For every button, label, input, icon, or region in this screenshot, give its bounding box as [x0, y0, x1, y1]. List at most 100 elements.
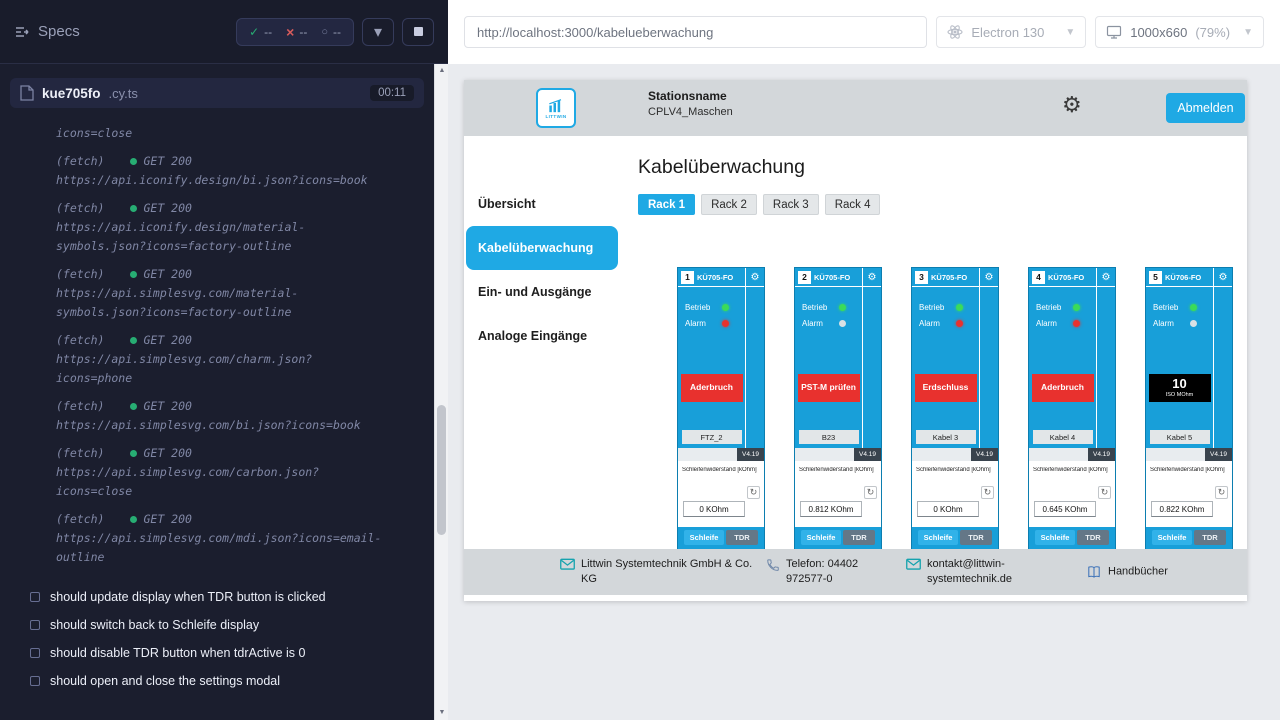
footer-phone[interactable]: Telefon: 04402 972577-0 — [766, 557, 901, 587]
logout-button[interactable]: Abmelden — [1166, 93, 1245, 123]
card-gear-icon[interactable]: ⚙ — [1214, 268, 1232, 287]
refresh-icon[interactable]: ↻ — [864, 486, 877, 499]
sidebar-item-ein-und-ausgaenge[interactable]: Ein- und Ausgänge — [464, 270, 620, 314]
logo-text: LITTWIN — [545, 114, 566, 119]
spec-timer: 00:11 — [370, 85, 414, 101]
spec-file-row[interactable]: kue705fo .cy.ts 00:11 — [10, 78, 424, 108]
url-input[interactable] — [464, 16, 927, 48]
footer-manuals[interactable]: Handbücher — [1086, 565, 1226, 580]
schleife-button[interactable]: Schleife — [801, 530, 841, 545]
test-row[interactable]: should disable TDR button when tdrActive… — [0, 639, 448, 667]
browser-select[interactable]: Electron 130 ▼ — [936, 16, 1086, 48]
browser-name: Electron 130 — [971, 25, 1044, 40]
card-gear-icon[interactable]: ⚙ — [863, 268, 881, 287]
sidebar-item-uebersicht[interactable]: Übersicht — [464, 182, 620, 226]
app-main: Kabelüberwachung Rack 1 Rack 2 Rack 3 Ra… — [620, 136, 1247, 601]
device-card-2: 2KÜ705-FO Betrieb Alarm PST-M prüfen B23… — [794, 267, 882, 567]
refresh-icon[interactable]: ↻ — [747, 486, 760, 499]
tab-rack-2[interactable]: Rack 2 — [701, 194, 757, 215]
reporter-scrollbar[interactable]: ▲ ▼ — [434, 64, 448, 720]
status-dot-icon — [130, 337, 137, 344]
schleife-button[interactable]: Schleife — [918, 530, 958, 545]
app-sidebar: Übersicht Kabelüberwachung Ein- und Ausg… — [464, 136, 620, 601]
test-row[interactable]: should update display when TDR button is… — [0, 583, 448, 611]
tab-rack-4[interactable]: Rack 4 — [825, 194, 881, 215]
schleife-button[interactable]: Schleife — [684, 530, 724, 545]
device-card-4: 4KÜ705-FO Betrieb Alarm Aderbruch Kabel … — [1028, 267, 1116, 567]
refresh-icon[interactable]: ↻ — [1215, 486, 1228, 499]
viewport-icon — [1106, 24, 1122, 40]
log-entry: (fetch)GET 200 https://api.simplesvg.com… — [56, 510, 418, 567]
measurement-label: Schleifenwiderstand [kOhm] — [799, 467, 877, 473]
stat-failed: ×-- — [286, 24, 307, 40]
test-box-icon — [30, 620, 40, 630]
log-entry: (fetch)GET 200 https://api.simplesvg.com… — [56, 265, 418, 322]
cable-name-field[interactable]: Kabel 4 — [1033, 430, 1093, 444]
measurement-label: Schleifenwiderstand [kOhm] — [1150, 467, 1228, 473]
electron-icon — [947, 24, 963, 40]
tdr-button[interactable]: TDR — [1077, 530, 1109, 545]
station-value: CPLV4_Maschen — [648, 106, 733, 118]
scroll-up-icon[interactable]: ▲ — [435, 64, 448, 78]
collapse-button[interactable]: ▾ — [362, 18, 394, 46]
aut-stage: Electron 130 ▼ 1000x660 (79%) ▼ LITTWIN … — [448, 0, 1280, 720]
scroll-down-icon[interactable]: ▼ — [435, 706, 448, 720]
station-label: Stationsname — [648, 89, 733, 103]
chevron-down-icon: ▼ — [1065, 27, 1075, 38]
test-box-icon — [30, 592, 40, 602]
sidebar-item-kabelueberwachung[interactable]: Kabelüberwachung — [466, 226, 618, 270]
card-gear-icon[interactable]: ⚙ — [980, 268, 998, 287]
card-model: KÜ706-FO — [1165, 273, 1201, 282]
status-dot-icon — [130, 158, 137, 165]
test-row[interactable]: should open and close the settings modal — [0, 667, 448, 695]
card-gear-icon[interactable]: ⚙ — [1097, 268, 1115, 287]
sidebar-item-analoge-eingaenge[interactable]: Analoge Eingänge — [464, 314, 620, 358]
refresh-icon[interactable]: ↻ — [981, 486, 994, 499]
status-display: 10 ISO MOhm — [1149, 374, 1211, 402]
status-display: Aderbruch — [1032, 374, 1094, 402]
refresh-icon[interactable]: ↻ — [1098, 486, 1111, 499]
network-log: icons=close (fetch)GET 200 https://api.i… — [0, 116, 448, 567]
card-number: 5 — [1149, 271, 1162, 284]
schleife-button[interactable]: Schleife — [1152, 530, 1192, 545]
email-icon — [560, 558, 575, 570]
tab-rack-3[interactable]: Rack 3 — [763, 194, 819, 215]
viewport-zoom: (79%) — [1195, 25, 1230, 40]
check-icon: ✓ — [249, 25, 259, 39]
viewport-select[interactable]: 1000x660 (79%) ▼ — [1095, 16, 1264, 48]
cable-name-field[interactable]: Kabel 3 — [916, 430, 976, 444]
stop-icon — [414, 27, 423, 36]
spec-name: kue705fo — [42, 86, 101, 101]
betrieb-led — [956, 304, 963, 311]
page-title: Kabelüberwachung — [638, 156, 805, 179]
iso-unit: ISO MOhm — [1166, 392, 1194, 398]
card-model: KÜ705-FO — [1048, 273, 1084, 282]
cable-name-field[interactable]: B23 — [799, 430, 859, 444]
tdr-button[interactable]: TDR — [843, 530, 875, 545]
tab-rack-1[interactable]: Rack 1 — [638, 194, 695, 215]
version-badge: V4.19 — [737, 448, 764, 461]
log-entry: (fetch)GET 200 https://api.simplesvg.com… — [56, 397, 418, 435]
measurement-value: 0 KOhm — [917, 501, 979, 517]
tdr-button[interactable]: TDR — [726, 530, 758, 545]
specs-button[interactable]: Specs — [14, 23, 80, 40]
stop-button[interactable] — [402, 18, 434, 46]
rack-tabs: Rack 1 Rack 2 Rack 3 Rack 4 — [638, 194, 880, 215]
test-row[interactable]: should switch back to Schleife display — [0, 611, 448, 639]
test-box-icon — [30, 676, 40, 686]
settings-gear-icon[interactable]: ⚙ — [1062, 94, 1082, 116]
card-gear-icon[interactable]: ⚙ — [746, 268, 764, 287]
scrollbar-thumb[interactable] — [437, 405, 446, 535]
cable-name-field[interactable]: Kabel 5 — [1150, 430, 1210, 444]
schleife-button[interactable]: Schleife — [1035, 530, 1075, 545]
measurement-value: 0.822 KOhm — [1151, 501, 1213, 517]
footer-email[interactable]: kontakt@littwin-systemtechnik.de — [906, 557, 1031, 587]
version-badge: V4.19 — [854, 448, 881, 461]
log-entry: icons=close — [56, 124, 418, 143]
tdr-button[interactable]: TDR — [1194, 530, 1226, 545]
stat-pending: ○-- — [321, 25, 341, 39]
card-number: 4 — [1032, 271, 1045, 284]
littwin-logo: LITTWIN — [536, 88, 576, 128]
cable-name-field[interactable]: FTZ_2 — [682, 430, 742, 444]
tdr-button[interactable]: TDR — [960, 530, 992, 545]
